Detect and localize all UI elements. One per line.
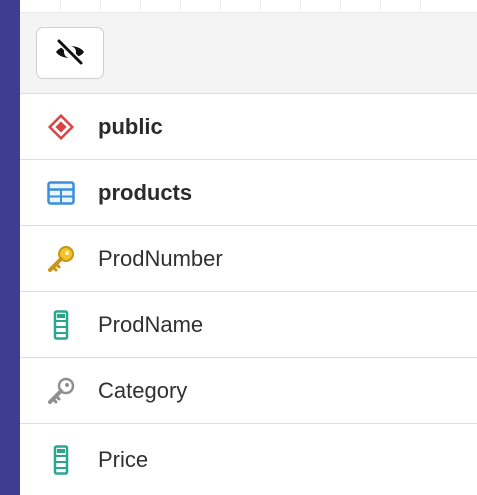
tree-item-label: ProdNumber xyxy=(98,245,223,271)
tree-item-price[interactable]: Price xyxy=(20,424,477,495)
tree-item-prodnumber[interactable]: ProdNumber xyxy=(20,226,477,292)
tree-item-prodname[interactable]: ProdName xyxy=(20,292,477,358)
toggle-visibility-button[interactable] xyxy=(36,27,104,79)
tree-item-label: Category xyxy=(98,377,188,403)
table-grid-icon xyxy=(46,178,76,208)
top-ruler xyxy=(20,0,477,13)
schema-browser-panel: public products ProdNumber ProdName Cate… xyxy=(20,0,477,495)
column-icon xyxy=(46,309,76,340)
foreign-key-icon xyxy=(46,376,76,406)
eye-slash-icon xyxy=(54,37,86,69)
column-icon xyxy=(46,444,76,475)
schema-diamond-icon xyxy=(46,112,76,142)
primary-key-icon xyxy=(46,244,76,274)
tree-item-public[interactable]: public xyxy=(20,94,477,160)
tree-item-products[interactable]: products xyxy=(20,160,477,226)
tree-item-label: ProdName xyxy=(98,311,204,337)
toolbar xyxy=(20,13,477,94)
tree-item-category[interactable]: Category xyxy=(20,358,477,424)
tree-item-label: products xyxy=(98,179,193,205)
tree-item-label: Price xyxy=(98,446,149,472)
tree-item-label: public xyxy=(98,113,163,139)
